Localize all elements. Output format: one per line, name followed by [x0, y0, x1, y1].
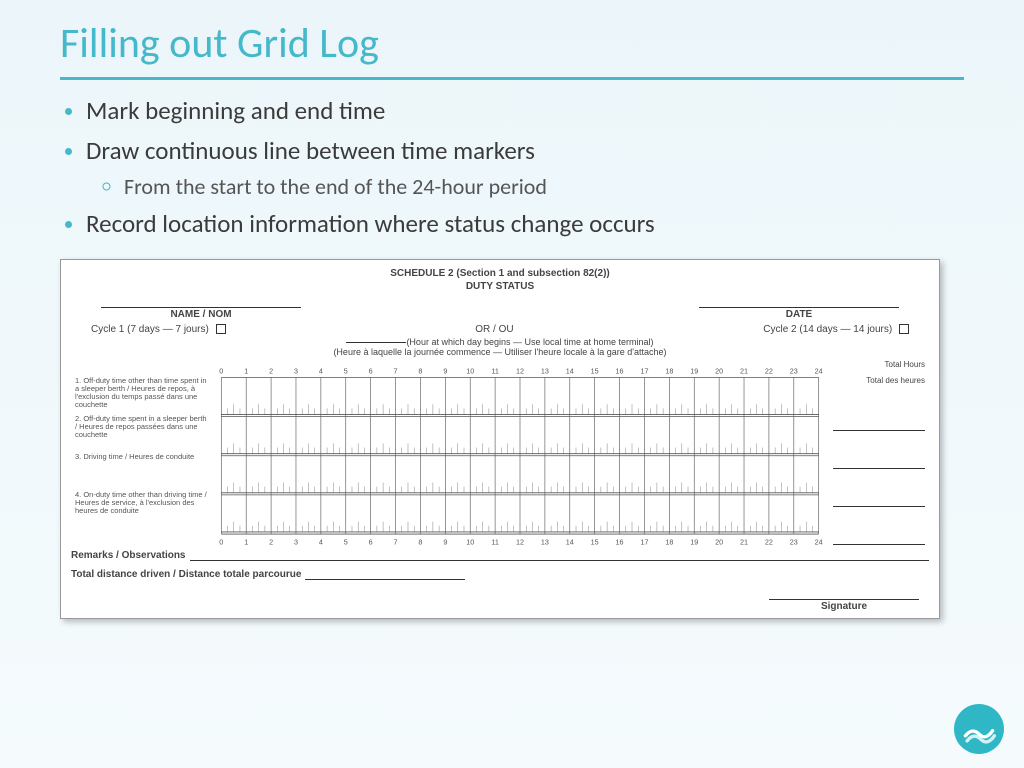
- distance-label: Total distance driven / Distance totale …: [71, 569, 305, 580]
- svg-text:3: 3: [294, 537, 298, 546]
- bullet-list: Mark beginning and end time Draw continu…: [60, 94, 964, 241]
- svg-text:18: 18: [665, 366, 673, 375]
- svg-text:8: 8: [418, 366, 422, 375]
- svg-text:12: 12: [516, 537, 524, 546]
- svg-text:11: 11: [491, 366, 498, 375]
- title-rule: [60, 77, 964, 80]
- svg-text:1: 1: [244, 366, 248, 375]
- svg-text:15: 15: [591, 537, 599, 546]
- or-label: OR / OU: [475, 324, 513, 335]
- hour-note-fr: (Heure à laquelle la journée commence — …: [333, 347, 666, 357]
- grid-area: 1. Off-duty time other than time spent i…: [71, 361, 929, 546]
- signature-label: Signature: [821, 601, 867, 612]
- cycle1: Cycle 1 (7 days — 7 jours): [91, 324, 226, 335]
- svg-text:7: 7: [394, 366, 398, 375]
- svg-text:10: 10: [466, 537, 474, 546]
- svg-text:8: 8: [418, 537, 422, 546]
- svg-text:20: 20: [715, 537, 723, 546]
- row-label-3: 3. Driving time / Heures de conduite: [71, 451, 211, 489]
- name-field: NAME / NOM: [101, 298, 301, 320]
- form-header: SCHEDULE 2 (Section 1 and subsection 82(…: [71, 268, 929, 279]
- svg-text:19: 19: [690, 537, 698, 546]
- total-hours-fr: Total des heures: [829, 377, 929, 393]
- hour-note: (Hour at which day begins — Use local ti…: [71, 337, 929, 357]
- name-label: NAME / NOM: [170, 309, 231, 320]
- svg-text:5: 5: [344, 366, 348, 375]
- cycle2-checkbox: [899, 324, 909, 334]
- cycle1-label: Cycle 1 (7 days — 7 jours): [91, 324, 209, 335]
- svg-text:11: 11: [491, 537, 498, 546]
- name-date-row: NAME / NOM DATE: [101, 298, 899, 320]
- bullet-2-sublist: From the start to the end of the 24-hour…: [86, 172, 964, 202]
- bullet-3: Record location information where status…: [86, 207, 964, 241]
- svg-text:19: 19: [690, 366, 698, 375]
- svg-text:2: 2: [269, 366, 273, 375]
- total-hours-col: Total Hours Total des heures: [829, 361, 929, 546]
- svg-text:1: 1: [244, 537, 248, 546]
- svg-text:18: 18: [665, 537, 673, 546]
- remarks-row: Remarks / Observations: [71, 550, 929, 561]
- svg-text:21: 21: [740, 537, 748, 546]
- wave-icon: [962, 712, 996, 746]
- svg-text:4: 4: [319, 537, 323, 546]
- svg-text:23: 23: [790, 366, 798, 375]
- total-hours-en: Total Hours: [829, 361, 929, 377]
- svg-text:21: 21: [740, 366, 748, 375]
- svg-text:24: 24: [815, 366, 823, 375]
- bullet-2-text: Draw continuous line between time marker…: [86, 135, 535, 166]
- svg-text:7: 7: [394, 537, 398, 546]
- svg-text:17: 17: [640, 366, 648, 375]
- svg-text:2: 2: [269, 537, 273, 546]
- duty-status-form: SCHEDULE 2 (Section 1 and subsection 82(…: [60, 259, 940, 619]
- cycle1-checkbox: [216, 324, 226, 334]
- bullet-2: Draw continuous line between time marker…: [86, 134, 964, 201]
- svg-text:5: 5: [344, 537, 348, 546]
- svg-text:4: 4: [319, 366, 323, 375]
- svg-text:14: 14: [566, 537, 574, 546]
- svg-text:0: 0: [219, 366, 223, 375]
- svg-text:9: 9: [443, 537, 447, 546]
- svg-text:13: 13: [541, 366, 549, 375]
- cycle-row: Cycle 1 (7 days — 7 jours) OR / OU Cycle…: [91, 324, 909, 335]
- svg-text:22: 22: [765, 537, 773, 546]
- remarks-label: Remarks / Observations: [71, 550, 190, 561]
- row-label-4: 4. On-duty time other than driving time …: [71, 489, 211, 527]
- svg-text:14: 14: [566, 366, 574, 375]
- brand-logo: [954, 704, 1004, 754]
- signature-block: Signature: [769, 590, 919, 612]
- svg-text:6: 6: [369, 537, 373, 546]
- svg-text:0: 0: [219, 537, 223, 546]
- bullet-1: Mark beginning and end time: [86, 94, 964, 128]
- svg-text:24: 24: [815, 537, 823, 546]
- svg-text:12: 12: [516, 366, 524, 375]
- svg-text:3: 3: [294, 366, 298, 375]
- distance-row: Total distance driven / Distance totale …: [71, 569, 929, 580]
- svg-text:22: 22: [765, 366, 773, 375]
- hour-note-en: (Hour at which day begins — Use local ti…: [406, 337, 653, 347]
- svg-text:13: 13: [541, 537, 549, 546]
- cycle2: Cycle 2 (14 days — 14 jours): [763, 324, 909, 335]
- slide-title: Filling out Grid Log: [60, 18, 964, 69]
- row-labels: 1. Off-duty time other than time spent i…: [71, 361, 211, 546]
- svg-text:16: 16: [616, 366, 624, 375]
- svg-text:10: 10: [466, 366, 474, 375]
- svg-text:20: 20: [715, 366, 723, 375]
- form-subheader: DUTY STATUS: [71, 281, 929, 292]
- svg-text:16: 16: [616, 537, 624, 546]
- bullet-2-sub: From the start to the end of the 24-hour…: [124, 172, 964, 202]
- date-label: DATE: [786, 309, 812, 320]
- grid-svg: 0011223344556677889910101111121213131414…: [211, 361, 829, 546]
- svg-text:15: 15: [591, 366, 599, 375]
- svg-text:17: 17: [640, 537, 648, 546]
- date-field: DATE: [699, 298, 899, 320]
- svg-text:6: 6: [369, 366, 373, 375]
- slide: Filling out Grid Log Mark beginning and …: [0, 0, 1024, 629]
- row-label-2: 2. Off-duty time spent in a sleeper bert…: [71, 413, 211, 451]
- row-label-1: 1. Off-duty time other than time spent i…: [71, 375, 211, 413]
- svg-text:9: 9: [443, 366, 447, 375]
- svg-text:23: 23: [790, 537, 798, 546]
- cycle2-label: Cycle 2 (14 days — 14 jours): [763, 324, 892, 335]
